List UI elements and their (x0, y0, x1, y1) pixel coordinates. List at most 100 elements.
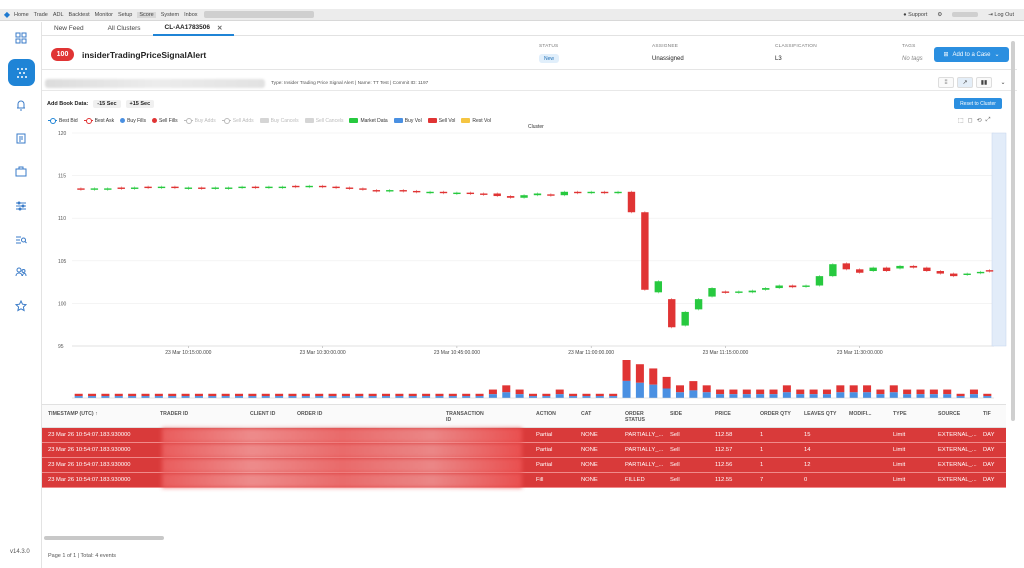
table-cell: 14 (804, 447, 811, 453)
tab-all-clusters[interactable]: All Clusters (96, 22, 153, 36)
column-header[interactable]: ORDER ID (297, 411, 322, 418)
plus-15-sec-button[interactable]: +15 Sec (125, 100, 155, 108)
legend-item[interactable]: Sell Adds (221, 118, 254, 124)
line-chart-view-icon[interactable]: ↗ (957, 77, 973, 88)
sliders-icon[interactable] (13, 198, 29, 214)
add-to-case-button[interactable]: ⊞ Add to a Case ⌄ (934, 47, 1009, 62)
nav-item-inbox[interactable]: Inbox (184, 12, 197, 18)
column-header[interactable]: ORDER QTY (760, 411, 791, 418)
nav-item-score[interactable]: Score (137, 11, 156, 18)
legend-item[interactable]: Best Ask (83, 118, 114, 124)
scroll-thumb[interactable] (1011, 41, 1015, 421)
nav-item-system[interactable]: System (161, 12, 179, 18)
buy-volume-bar (649, 384, 658, 398)
classification-value[interactable]: L3 (775, 56, 782, 62)
legend-item[interactable]: Buy Fills (120, 118, 146, 124)
sell-volume-bar (716, 389, 725, 395)
table-cell: Limit (893, 462, 906, 468)
cluster-icon[interactable] (8, 59, 35, 86)
horizontal-scrollbar[interactable] (42, 535, 1006, 541)
chevron-down-icon[interactable]: ⌄ (995, 77, 1011, 88)
zoom-icon[interactable]: ⬚ (958, 117, 964, 124)
legend-item[interactable]: Sell Fills (151, 118, 178, 124)
column-header[interactable]: TIF (983, 411, 991, 418)
bar-chart-view-icon[interactable]: ▮▮ (976, 77, 992, 88)
legend-item[interactable]: Buy Cancels (259, 118, 299, 124)
nav-item-monitor[interactable]: Monitor (95, 12, 113, 18)
tags-value[interactable]: No tags (902, 56, 923, 62)
table-cell: PARTIALLY_... (625, 462, 664, 468)
clipboard-icon[interactable] (13, 130, 29, 146)
legend-item[interactable]: Buy Adds (183, 118, 216, 124)
legend-swatch (120, 118, 126, 123)
logout-link[interactable]: ⇥ Log Out (988, 12, 1014, 18)
column-header[interactable]: CAT (581, 411, 591, 418)
candle (936, 271, 944, 274)
column-header[interactable]: TRADER ID (160, 411, 188, 418)
column-header[interactable]: MODIFI... (849, 411, 871, 418)
tab-new-feed[interactable]: New Feed (42, 22, 96, 36)
sell-volume-bar (235, 393, 244, 397)
star-icon[interactable] (13, 298, 29, 314)
briefcase-icon[interactable] (13, 164, 29, 180)
column-header[interactable]: LEAVES QTY (804, 411, 836, 418)
column-header[interactable]: ORDER STATUS (625, 411, 665, 423)
legend-item[interactable]: Sell Vol (427, 118, 455, 124)
fullscreen-icon[interactable]: ⤢ (986, 117, 991, 124)
settings-icon[interactable]: ⚙ (937, 12, 942, 18)
table-row[interactable]: 23 Mar 26 10:54:07.183.930000 Fill NONE FIL… (42, 473, 1006, 488)
table-cell: Limit (893, 447, 906, 453)
assignee-value[interactable]: Unassigned (652, 56, 684, 62)
zoom-reset-icon[interactable]: ◻ (968, 117, 973, 124)
table-cell: PARTIALLY_... (625, 432, 664, 438)
legend-item[interactable]: Market Data (349, 118, 388, 124)
legend-item[interactable]: Sell Cancels (304, 118, 343, 124)
users-icon[interactable] (13, 264, 29, 280)
candle (171, 186, 179, 189)
table-row[interactable]: 23 Mar 26 10:54:07.183.930000 Partial NONE… (42, 428, 1006, 443)
table-row[interactable]: 23 Mar 26 10:54:07.183.930000 Partial NONE… (42, 458, 1006, 473)
search-list-icon[interactable] (13, 232, 29, 248)
pagination-info: Page 1 of 1 | Total: 4 events (48, 553, 116, 559)
column-header[interactable]: CLIENT ID (250, 411, 275, 418)
reset-to-cluster-button[interactable]: Reset to Cluster (954, 98, 1002, 109)
price-chart[interactable]: 95 100 105 110 115 120 23 Mar 10:15:00.000 23 M… (42, 128, 1012, 400)
alert-info-bar: Type: Insider Trading Price Signal Alert… (42, 75, 1017, 91)
legend-item[interactable]: Best Bid (48, 118, 78, 124)
legend-item[interactable]: Rest Vol (461, 118, 491, 124)
nav-item-trade[interactable]: Trade (34, 12, 48, 18)
vertical-scrollbar[interactable] (1010, 37, 1016, 437)
restore-icon[interactable]: ⟲ (977, 117, 982, 124)
column-header[interactable]: SOURCE (938, 411, 960, 418)
scroll-thumb[interactable] (44, 536, 164, 540)
table-row[interactable]: 23 Mar 26 10:54:07.183.930000 Partial NONE… (42, 443, 1006, 458)
nav-item-backtest[interactable]: Backtest (69, 12, 90, 18)
candle (305, 185, 313, 188)
dashboard-icon[interactable] (13, 30, 29, 46)
chart-toolbar: ⬚ ◻ ⟲ ⤢ (958, 117, 991, 124)
column-header[interactable]: TYPE (893, 411, 907, 418)
support-link[interactable]: ● Support (903, 12, 927, 18)
bell-icon[interactable] (13, 97, 29, 113)
column-header[interactable]: ACTION (536, 411, 556, 418)
table-cell: DAY (983, 477, 995, 483)
status-badge[interactable]: New (539, 54, 560, 63)
column-header[interactable]: TIMESTAMP (UTC) ↑ (48, 411, 98, 418)
minus-15-sec-button[interactable]: -15 Sec (93, 100, 121, 108)
legend-item[interactable]: Buy Vol (393, 118, 422, 124)
table-cell: EXTERNAL_... (938, 462, 977, 468)
sell-volume-bar (555, 389, 564, 395)
app-logo-icon[interactable]: ◆ (0, 10, 14, 19)
nav-item-setup[interactable]: Setup (118, 12, 132, 18)
tab-cluster-detail[interactable]: CL-AA1783506 ✕ (152, 22, 235, 36)
close-tab-icon[interactable]: ✕ (217, 24, 222, 32)
sell-volume-bar (502, 385, 511, 393)
grid-view-icon[interactable]: ⁞⁞ (938, 77, 954, 88)
nav-item-adl[interactable]: ADL (53, 12, 64, 18)
column-header[interactable]: TRANSACTION ID (446, 411, 486, 423)
column-header[interactable]: PRICE (715, 411, 731, 418)
column-header[interactable]: SIDE (670, 411, 682, 418)
nav-item-home[interactable]: Home (14, 12, 29, 18)
sell-volume-bar (876, 389, 885, 395)
sort-arrow-icon[interactable]: ↑ (94, 411, 98, 417)
